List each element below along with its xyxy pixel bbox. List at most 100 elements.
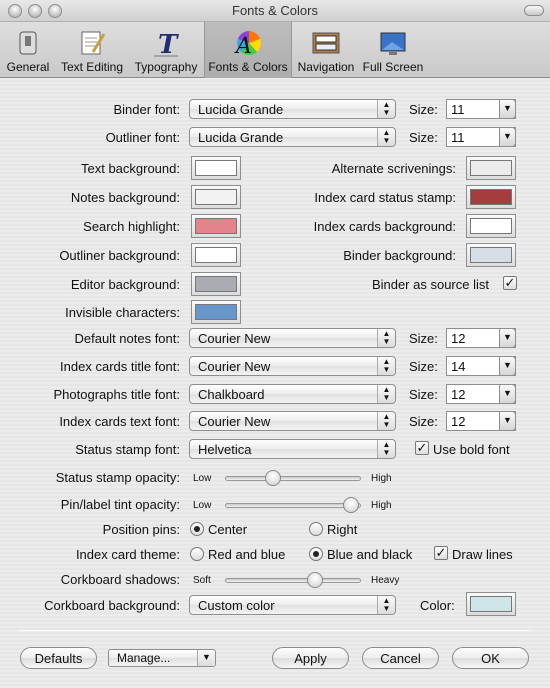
default-notes-font-popup[interactable]: Courier New ▲ ▼	[189, 328, 396, 348]
notes-size-label: Size:	[409, 331, 438, 346]
toolbar-toggle-icon[interactable]	[524, 5, 544, 16]
chevron-down-icon[interactable]: ▼	[499, 99, 516, 119]
cancel-button[interactable]: Cancel	[362, 647, 439, 669]
draw-lines-label: Draw lines	[452, 547, 513, 562]
text-size-combo[interactable]: 12 ▼	[446, 411, 516, 431]
theme-blue-black-label: Blue and black	[327, 547, 413, 562]
chevron-down-icon[interactable]: ▼	[499, 356, 516, 376]
swatch	[195, 189, 237, 205]
title-size-label: Size:	[409, 359, 438, 374]
pins-center-radio[interactable]	[190, 522, 204, 536]
chevron-down-icon: ▼	[197, 650, 215, 666]
index-card-theme-label: Index card theme:	[75, 547, 180, 562]
draw-lines-checkbox[interactable]: ✓	[434, 546, 448, 560]
tab-fonts-colors[interactable]: A Fonts & Colors	[204, 22, 292, 78]
binder-source-list-label: Binder as source list	[371, 277, 489, 292]
invisible-characters-well[interactable]	[191, 300, 241, 324]
editor-background-label: Editor background:	[70, 277, 180, 292]
alternate-scrivenings-well[interactable]	[466, 156, 516, 180]
swatch	[195, 218, 237, 234]
tab-full-screen[interactable]: Full Screen	[360, 22, 426, 78]
binder-background-label: Binder background:	[343, 248, 456, 263]
notes-size-combo[interactable]: 12 ▼	[446, 328, 516, 348]
notes-background-well[interactable]	[191, 185, 241, 209]
corkboard-background-popup[interactable]: Custom color ▲ ▼	[189, 595, 396, 615]
slider-heavy-label: Heavy	[371, 575, 400, 586]
use-bold-font-checkbox[interactable]: ✓	[415, 441, 429, 455]
status-stamp-color-label: Index card status stamp:	[314, 190, 456, 205]
outliner-font-popup[interactable]: Lucida Grande ▲ ▼	[189, 127, 396, 147]
tab-general[interactable]: General	[2, 22, 54, 78]
swatch	[470, 189, 512, 205]
index-cards-title-font-popup[interactable]: Courier New ▲ ▼	[189, 356, 396, 376]
outliner-background-well[interactable]	[191, 243, 241, 267]
chevron-down-icon[interactable]: ▼	[499, 384, 516, 404]
pins-right-radio[interactable]	[309, 522, 323, 536]
photo-size-combo[interactable]: 12 ▼	[446, 384, 516, 404]
tint-opacity-label: Pin/label tint opacity:	[60, 497, 180, 512]
binder-font-popup[interactable]: Lucida Grande ▲ ▼	[189, 99, 396, 119]
photographs-title-font-popup[interactable]: Chalkboard ▲ ▼	[189, 384, 396, 404]
chevron-down-icon[interactable]: ▼	[499, 411, 516, 431]
binder-source-list-checkbox[interactable]: ✓	[503, 276, 517, 290]
slider-low-label: Low	[193, 500, 212, 511]
manage-popup[interactable]: Manage... ▼	[108, 649, 216, 667]
slider-high-label: High	[371, 473, 392, 484]
tab-navigation[interactable]: Navigation	[294, 22, 358, 78]
outliner-size-combo[interactable]: 11 ▼	[446, 127, 516, 147]
corkboard-shadows-track[interactable]	[225, 578, 361, 583]
theme-blue-black-radio[interactable]	[309, 547, 323, 561]
corkboard-color-well[interactable]	[466, 592, 516, 616]
corkboard-shadows-knob[interactable]	[306, 572, 323, 588]
corkboard-shadows-label: Corkboard shadows:	[60, 572, 180, 587]
search-highlight-well[interactable]	[191, 214, 241, 238]
binder-size-combo[interactable]: 11 ▼	[446, 99, 516, 119]
index-cards-background-well[interactable]	[466, 214, 516, 238]
typography-icon: T	[154, 30, 179, 58]
notes-size-value: 12	[451, 331, 466, 346]
tab-text-editing-label: Text Editing	[60, 60, 124, 74]
theme-red-blue-label: Red and blue	[208, 547, 286, 562]
tab-typography[interactable]: T Typography	[130, 22, 202, 78]
popup-arrows-icon: ▲ ▼	[377, 596, 395, 614]
tab-text-editing[interactable]: Text Editing	[56, 22, 128, 78]
status-stamp-color-well[interactable]	[466, 185, 516, 209]
swatch	[470, 596, 512, 612]
default-notes-font-label: Default notes font:	[74, 331, 180, 346]
outliner-background-label: Outliner background:	[59, 248, 180, 263]
radio-dot	[194, 526, 200, 532]
ok-button[interactable]: OK	[452, 647, 529, 669]
index-cards-text-font-popup[interactable]: Courier New ▲ ▼	[189, 411, 396, 431]
title-size-combo[interactable]: 14 ▼	[446, 356, 516, 376]
outliner-font-value: Lucida Grande	[198, 130, 284, 145]
status-stamp-opacity-knob[interactable]	[264, 470, 281, 486]
index-cards-title-font-label: Index cards title font:	[60, 359, 180, 374]
tint-opacity-knob[interactable]	[342, 497, 359, 513]
pins-center-label: Center	[208, 522, 248, 537]
toolbar: General Text Editing T Typography A Font…	[0, 22, 550, 78]
chevron-down-icon[interactable]: ▼	[499, 127, 516, 147]
navigation-icon	[312, 32, 340, 54]
defaults-button[interactable]: Defaults	[20, 647, 97, 669]
popup-arrows-icon: ▲ ▼	[377, 385, 395, 403]
apply-button[interactable]: Apply	[272, 647, 349, 669]
svg-text:T: T	[158, 30, 179, 58]
photographs-title-font-label: Photographs title font:	[53, 387, 180, 402]
status-stamp-opacity-track[interactable]	[225, 476, 361, 481]
editor-background-well[interactable]	[191, 272, 241, 296]
swatch	[470, 218, 512, 234]
notes-background-label: Notes background:	[70, 190, 180, 205]
chevron-down-icon[interactable]: ▼	[499, 328, 516, 348]
binder-font-label: Binder font:	[113, 102, 181, 117]
popup-arrows-icon: ▲ ▼	[377, 100, 395, 118]
binder-background-well[interactable]	[466, 243, 516, 267]
status-stamp-font-popup[interactable]: Helvetica ▲ ▼	[189, 439, 396, 459]
text-background-well[interactable]	[191, 156, 241, 180]
status-stamp-opacity-label: Status stamp opacity:	[55, 470, 180, 485]
theme-red-blue-radio[interactable]	[190, 547, 204, 561]
swatch	[195, 247, 237, 263]
separator	[18, 630, 532, 631]
color-wheel-icon: A	[234, 31, 261, 58]
tint-opacity-track[interactable]	[225, 503, 361, 508]
corkboard-color-label: Color:	[420, 598, 455, 613]
